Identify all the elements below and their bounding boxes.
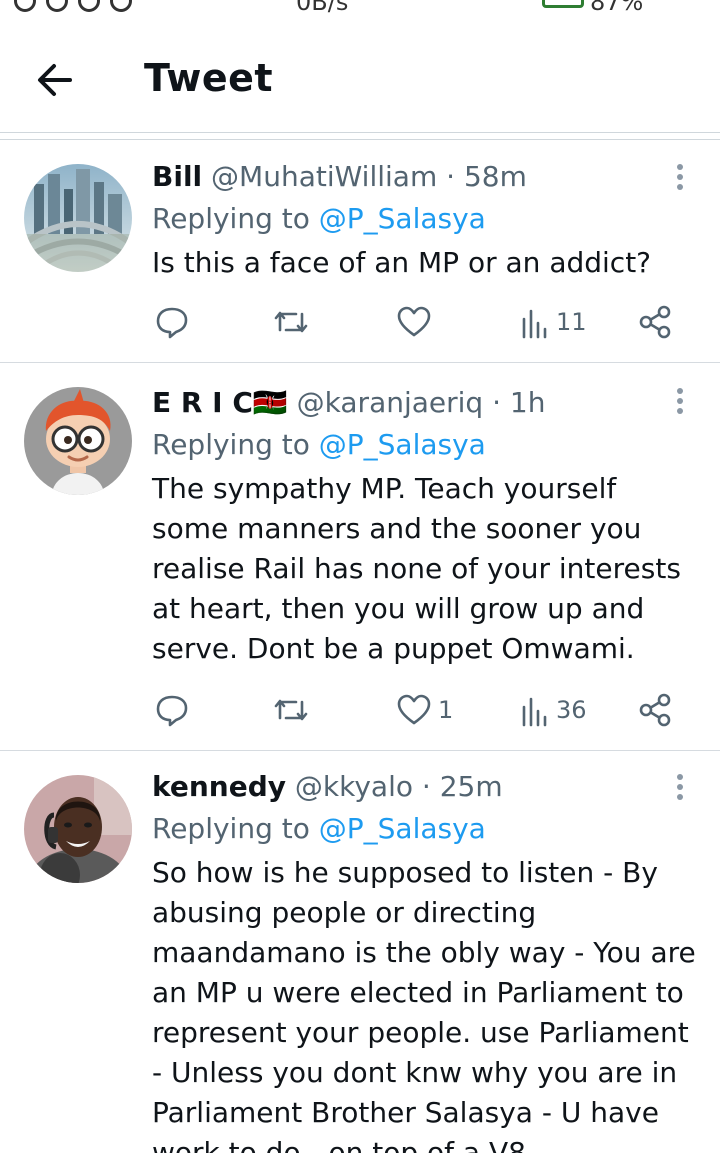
reply-tweet[interactable]: kennedy @kkyalo · 25m Replying to @P_Sal… [0, 751, 720, 1153]
reply-tweet[interactable]: E R I C🇰🇪 @karanjaeriq · 1h Replying to … [0, 363, 720, 751]
tweet-header: kennedy @kkyalo · 25m [152, 769, 696, 805]
share-icon [639, 693, 671, 727]
tweet-header: Bill @MuhatiWilliam · 58m [152, 159, 696, 195]
like-button[interactable]: 1 [396, 690, 453, 730]
more-options-icon[interactable] [674, 163, 686, 191]
retweet-button[interactable] [272, 302, 310, 342]
replying-handle-link[interactable]: @P_Salasya [319, 202, 486, 235]
status-icons [14, 0, 132, 12]
views-chart-icon [522, 309, 547, 339]
replying-handle-link[interactable]: @P_Salasya [319, 812, 486, 845]
like-button[interactable] [396, 302, 438, 342]
reply-icon [156, 307, 188, 339]
replying-handle-link[interactable]: @P_Salasya [319, 428, 486, 461]
app-bar: Tweet [0, 30, 720, 134]
tweet-text: So how is he supposed to listen - By abu… [152, 856, 696, 1153]
display-name[interactable]: Bill [152, 160, 202, 193]
reply-icon [156, 695, 188, 727]
notification-icon [14, 0, 36, 12]
tweet-text: The sympathy MP. Teach yourself some man… [152, 472, 681, 665]
share-button[interactable] [638, 302, 672, 342]
battery-clock: 87% 13:09 [590, 0, 644, 14]
display-name[interactable]: kennedy [152, 770, 286, 803]
view-count: 11 [556, 308, 587, 336]
heart-icon [397, 306, 431, 337]
reply-button[interactable] [154, 302, 190, 342]
avatar[interactable] [24, 387, 132, 495]
retweet-button[interactable] [272, 690, 310, 730]
notification-icon [110, 0, 132, 12]
retweet-icon [274, 699, 308, 721]
views-chart-icon [522, 697, 547, 727]
replying-prefix: Replying to [152, 202, 310, 235]
timestamp: · 25m [421, 770, 503, 803]
replying-to: Replying to @P_Salasya [152, 201, 696, 237]
tweet-text: Is this a face of an MP or an addict? [152, 246, 652, 279]
views-button[interactable]: 11 [520, 302, 587, 342]
notification-icon [78, 0, 100, 12]
view-count: 36 [556, 696, 587, 724]
retweet-icon [274, 311, 308, 333]
notification-icon [46, 0, 68, 12]
timestamp: · 58m [446, 160, 527, 193]
timestamp: · 1h [492, 386, 546, 419]
share-icon [639, 305, 671, 339]
replying-prefix: Replying to [152, 812, 310, 845]
more-options-icon[interactable] [674, 387, 686, 415]
tweet-actions: 1 36 [152, 690, 680, 730]
replying-to: Replying to @P_Salasya [152, 427, 696, 463]
battery-icon [542, 0, 584, 8]
user-handle[interactable]: @karanjaeriq [297, 386, 484, 419]
share-button[interactable] [638, 690, 672, 730]
replying-to: Replying to @P_Salasya [152, 811, 696, 847]
replying-prefix: Replying to [152, 428, 310, 461]
display-name[interactable]: E R I C🇰🇪 [152, 386, 288, 419]
reply-button[interactable] [154, 690, 190, 730]
avatar[interactable] [24, 164, 132, 272]
avatar[interactable] [24, 775, 132, 883]
heart-icon [397, 694, 431, 725]
user-handle[interactable]: @kkyalo [295, 770, 413, 803]
views-button[interactable]: 36 [520, 690, 587, 730]
more-options-icon[interactable] [674, 773, 686, 801]
header-divider [0, 132, 720, 140]
like-count: 1 [438, 696, 454, 724]
tweet-actions: 11 [152, 302, 680, 342]
network-speed: 0B/s [296, 0, 349, 14]
user-handle[interactable]: @MuhatiWilliam [211, 160, 437, 193]
status-bar: 0B/s 87% 13:09 [0, 0, 720, 14]
page-title: Tweet [144, 56, 274, 100]
tweet-header: E R I C🇰🇪 @karanjaeriq · 1h [152, 385, 696, 421]
back-arrow-icon[interactable] [30, 58, 82, 102]
reply-tweet[interactable]: Bill @MuhatiWilliam · 58m Replying to @P… [0, 141, 720, 363]
